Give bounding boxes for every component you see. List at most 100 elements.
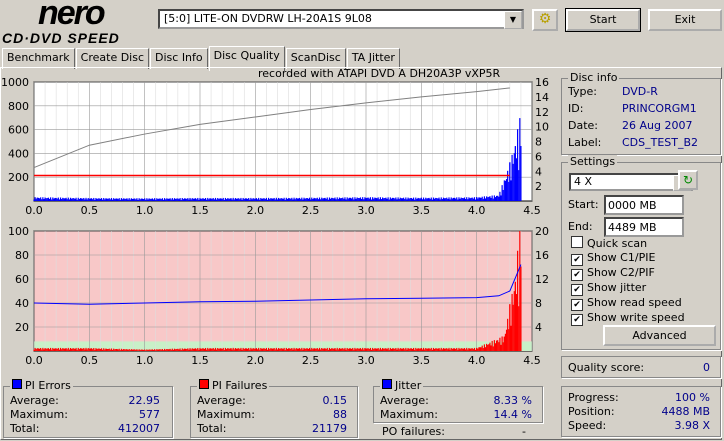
checkbox-show-read-speed[interactable]: ✔ Show read speed	[571, 296, 682, 311]
po-failures-value: -	[522, 425, 526, 438]
checkbox-show-jitter[interactable]: ✔ Show jitter	[571, 281, 646, 296]
x-tick-label: 3.5	[413, 204, 431, 217]
date-value: 26 Aug 2007	[622, 119, 693, 132]
checkbox-quick-scan[interactable]: Quick scan	[571, 236, 647, 250]
x-tick-label: 2.5	[302, 354, 320, 367]
checkbox-show-write-speed[interactable]: ✔ Show write speed	[571, 311, 685, 326]
avg-label: Average:	[380, 394, 429, 407]
pi-failures-swatch	[199, 379, 209, 389]
tab-benchmark[interactable]: Benchmark	[2, 48, 75, 69]
progress-value: 100 %	[675, 391, 710, 404]
progress-box: Progress: 100 % Position: 4488 MB Speed: 3.…	[561, 386, 721, 437]
tab-disc-info[interactable]: Disc Info	[150, 48, 208, 69]
pi-errors-total: 412007	[118, 422, 160, 435]
start-button[interactable]: Start	[565, 8, 641, 32]
pi-failures-group: PI Failures Average: 0.15 Maximum: 88 Tota…	[190, 379, 358, 438]
label-value: CDS_TEST_B2	[622, 136, 699, 149]
checkbox-box[interactable]	[571, 236, 583, 248]
type-label: Type:	[568, 85, 597, 98]
x-tick-label: 4.0	[468, 204, 486, 217]
speed-readout: 3.98 X	[674, 419, 710, 432]
speed-value: 4 X	[574, 175, 593, 188]
jitter-title: Jitter	[380, 379, 424, 392]
checkbox-label: Show read speed	[587, 296, 682, 309]
y-tick-label: 800	[8, 100, 29, 113]
y-tick-label: 1000	[1, 76, 29, 89]
settings-group: Settings 4 X▼ ↻ Start: End: Quick scan ✔ S…	[561, 155, 721, 350]
pi-errors-title-text: PI Errors	[25, 379, 71, 392]
drive-refresh-icon[interactable]: ⚙	[532, 9, 558, 31]
chevron-down-icon[interactable]: ▼	[504, 11, 522, 29]
x-tick-label: 0.0	[25, 354, 43, 367]
checkbox-box[interactable]: ✔	[571, 254, 583, 266]
y2-tick-label: 12	[535, 106, 549, 119]
date-label: Date:	[568, 119, 598, 132]
checkbox-label: Show write speed	[587, 311, 685, 324]
checkbox-box[interactable]: ✔	[571, 269, 583, 281]
avg-label: Average:	[10, 394, 59, 407]
x-tick-label: 1.0	[136, 204, 154, 217]
y2-tick-label: 6	[535, 150, 542, 163]
x-tick-label: 4.5	[523, 204, 541, 217]
speed-select[interactable]: 4 X▼	[569, 173, 693, 191]
pi-errors-avg: 22.95	[128, 394, 161, 407]
x-tick-label: 4.0	[468, 354, 486, 367]
pi-errors-swatch	[12, 379, 22, 389]
pi-failures-title-text: PI Failures	[212, 379, 268, 392]
x-tick-label: 1.5	[191, 204, 209, 217]
x-tick-label: 0.5	[81, 354, 99, 367]
plot-area-1	[33, 230, 533, 352]
quality-score-value: 0	[703, 361, 710, 374]
x-tick-label: 2.5	[302, 204, 320, 217]
position-value: 4488 MB	[661, 405, 710, 418]
y-tick-label: 20	[15, 321, 29, 334]
checkbox-label: Show jitter	[587, 281, 647, 294]
tab-ta-jitter[interactable]: TA Jitter	[346, 48, 400, 69]
total-label: Total:	[10, 422, 40, 435]
jitter-title-text: Jitter	[395, 379, 422, 392]
disc-info-group: Disc info Type: DVD-R ID: PRINCORGM1 Date:…	[561, 71, 721, 155]
end-label: End:	[568, 220, 593, 233]
jitter-max: 14.4 %	[493, 408, 532, 421]
start-input[interactable]	[604, 195, 684, 215]
tab-create-disc[interactable]: Create Disc	[75, 48, 150, 69]
x-tick-label: 0.5	[81, 204, 99, 217]
max-label: Maximum:	[197, 408, 255, 421]
y-tick-label: 60	[15, 273, 29, 286]
y2-tick-label: 4	[535, 165, 542, 178]
checkbox-label: Show C2/PIF	[587, 266, 655, 279]
cd-dvd-speed-logo: CD·DVD SPEED	[2, 30, 120, 46]
tab-scandisc[interactable]: ScanDisc	[285, 48, 346, 69]
y-tick-label: 200	[8, 171, 29, 184]
y2-tick-label: 8	[535, 136, 542, 149]
x-tick-label: 3.0	[357, 354, 375, 367]
checkbox-box[interactable]: ✔	[571, 314, 583, 326]
checkbox-show-c2-pif[interactable]: ✔ Show C2/PIF	[571, 266, 655, 281]
pi-failures-total: 21179	[312, 422, 347, 435]
x-tick-label: 2.0	[247, 354, 265, 367]
checkbox-box[interactable]: ✔	[571, 284, 583, 296]
settings-title: Settings	[568, 155, 618, 168]
position-label: Position:	[568, 405, 615, 418]
charts: 20040060080010002468101214160.0 0.5 1.0 1.5…	[1, 76, 549, 367]
exit-button[interactable]: Exit	[648, 9, 722, 31]
quality-score-box: Quality score: 0	[561, 356, 721, 378]
x-tick-label: 1.0	[136, 354, 154, 367]
checkbox-box[interactable]: ✔	[571, 299, 583, 311]
checkbox-show-c1-pie[interactable]: ✔ Show C1/PIE	[571, 251, 655, 266]
max-label: Maximum:	[380, 408, 438, 421]
y2-tick-label: 16	[535, 249, 549, 262]
y-tick-label: 400	[8, 147, 29, 160]
y2-tick-label: 12	[535, 273, 549, 286]
y2-tick-label: 8	[535, 297, 542, 310]
drive-select[interactable]: [5:0] LITE-ON DVDRW LH-20A1S 9L08 ▼	[158, 9, 524, 29]
x-tick-label: 1.5	[191, 354, 209, 367]
total-label: Total:	[197, 422, 227, 435]
refresh-icon[interactable]: ↻	[678, 170, 698, 190]
checkbox-label: Quick scan	[587, 237, 648, 250]
tab-bar: Benchmark Create Disc Disc Info Disc Qua…	[2, 46, 401, 71]
advanced-button[interactable]: Advanced	[603, 325, 716, 346]
jitter-swatch	[382, 379, 392, 389]
max-label: Maximum:	[10, 408, 68, 421]
end-input[interactable]	[604, 217, 684, 237]
